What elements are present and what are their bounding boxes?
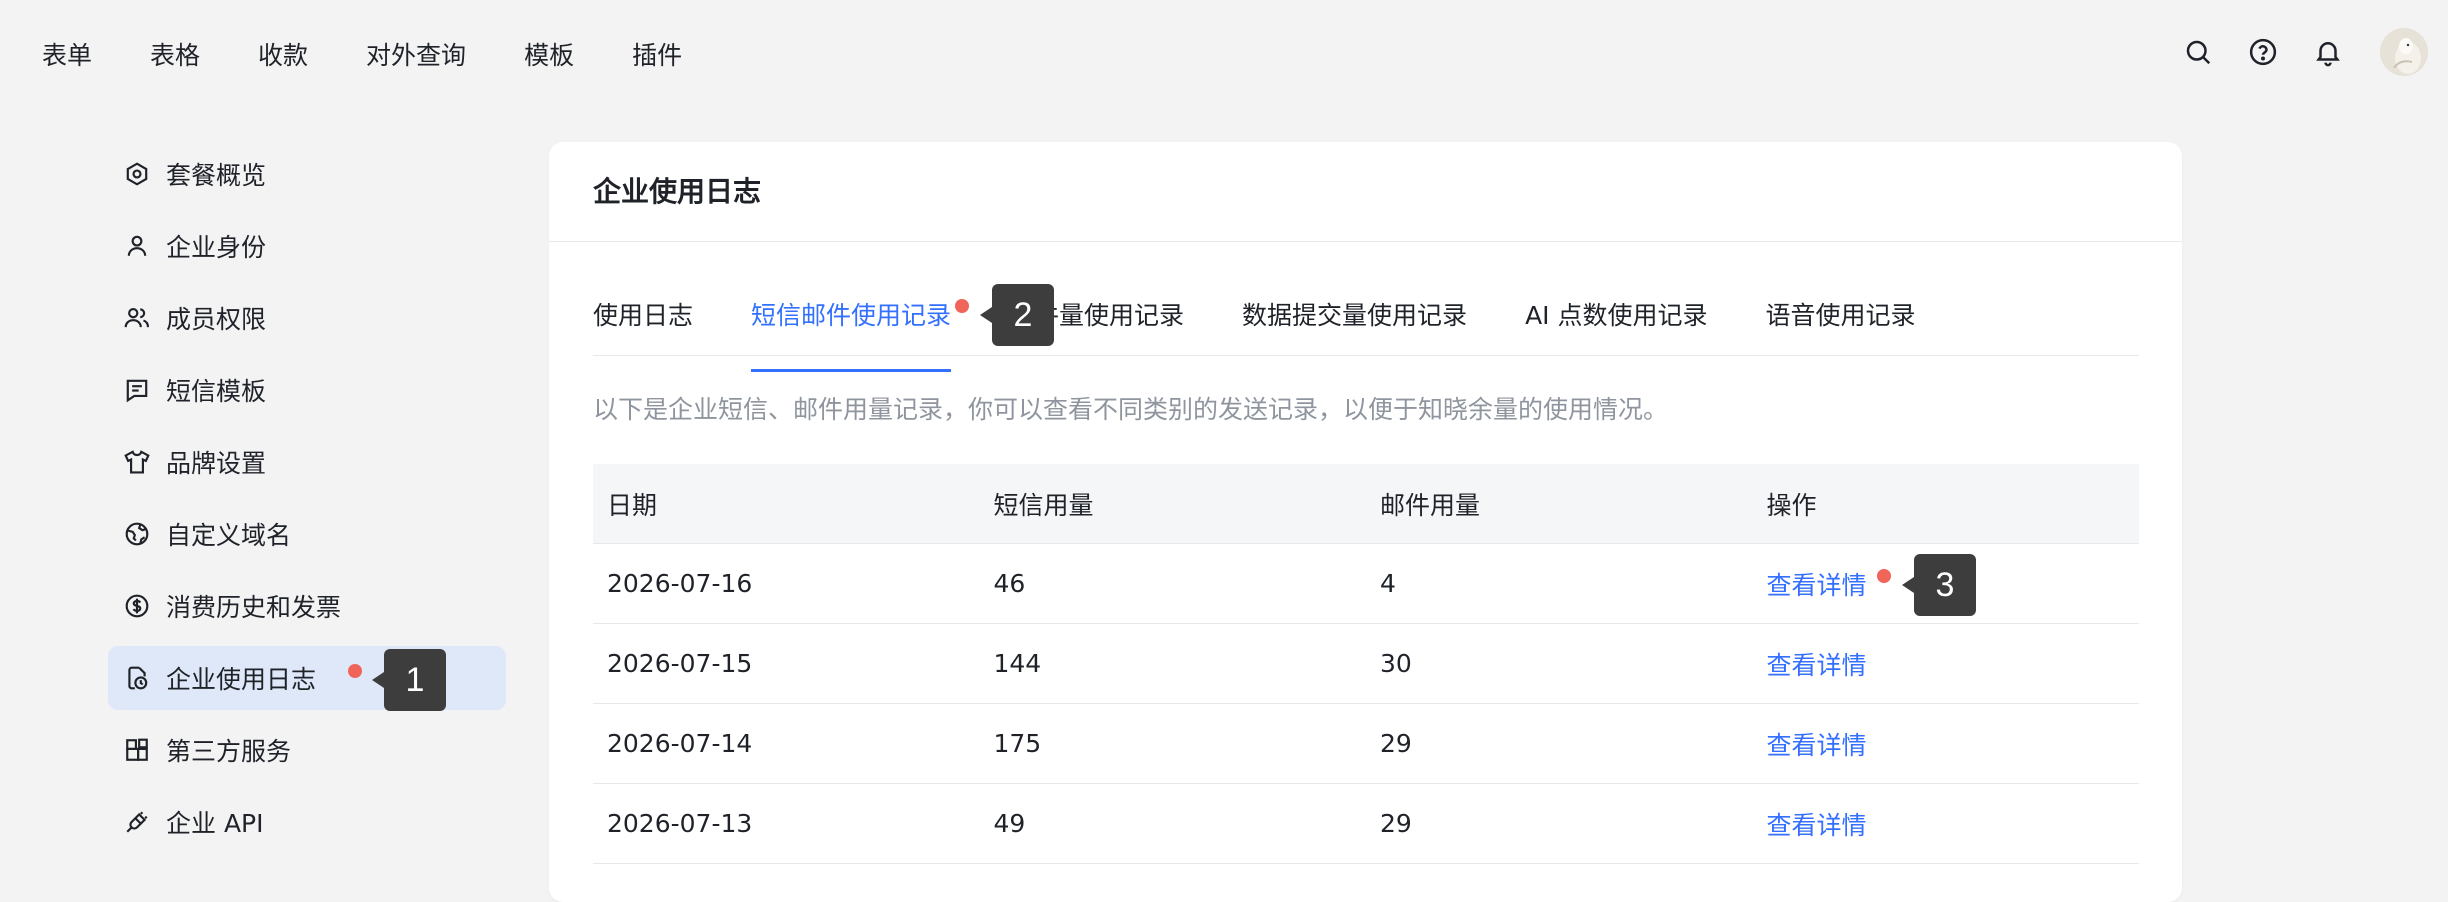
nav-item-public-query[interactable]: 对外查询 <box>366 36 466 76</box>
nav-item-forms[interactable]: 表单 <box>42 36 92 76</box>
help-icon[interactable] <box>2243 32 2283 72</box>
sms-cell: 175 <box>993 729 1042 758</box>
email-cell: 29 <box>1380 809 1412 838</box>
email-cell: 4 <box>1380 569 1396 598</box>
nav-item-tables[interactable]: 表格 <box>150 36 200 76</box>
sidebar-item-label: 成员权限 <box>166 305 267 334</box>
table-row: 2026-07-14 175 29 查看详情 <box>593 704 2139 784</box>
package-icon <box>122 159 152 189</box>
annotation-marker-1: 1 <box>372 649 446 711</box>
sms-cell: 46 <box>993 569 1026 598</box>
tab-usage-log[interactable]: 使用日志 <box>593 292 693 355</box>
nav-item-payments[interactable]: 收款 <box>258 36 308 76</box>
email-cell: 30 <box>1380 649 1412 678</box>
message-icon <box>122 375 152 405</box>
annotation-marker-2: 2 <box>980 284 1054 346</box>
column-header-sms: 短信用量 <box>993 490 1094 520</box>
main-card: 企业使用日志 使用日志 短信邮件使用记录 附件量使用记录 数据提交量使用记录 A… <box>549 142 2182 902</box>
top-menu: 表单 表格 收款 对外查询 模板 插件 <box>42 36 740 76</box>
shirt-icon <box>122 447 152 477</box>
date-cell: 2026-07-15 <box>607 649 753 678</box>
column-header-email: 邮件用量 <box>1380 490 1481 520</box>
table-row: 2026-07-15 144 30 查看详情 <box>593 624 2139 704</box>
sidebar-item-enterprise-usage-log[interactable]: 企业使用日志 <box>108 646 506 710</box>
column-header-date: 日期 <box>607 490 658 520</box>
globe-icon <box>122 519 152 549</box>
sidebar-item-custom-domain[interactable]: 自定义域名 <box>108 502 506 566</box>
annotation-dot-1 <box>348 664 362 678</box>
sidebar-item-label: 第三方服务 <box>166 737 292 766</box>
sidebar-item-brand-settings[interactable]: 品牌设置 <box>108 430 506 494</box>
users-icon <box>122 303 152 333</box>
search-icon[interactable] <box>2178 32 2218 72</box>
date-cell: 2026-07-14 <box>607 729 753 758</box>
bell-icon[interactable] <box>2308 32 2348 72</box>
view-details-link[interactable]: 查看详情 <box>1767 651 1867 680</box>
annotation-marker-3: 3 <box>1902 554 1976 616</box>
annotation-dot-3 <box>1877 569 1891 583</box>
sidebar: 套餐概览 企业身份 成员权限 短信模板 品牌设置 自定义域名 消费历史和发票 企… <box>108 142 506 862</box>
sidebar-item-label: 企业 API <box>166 809 264 838</box>
sidebar-item-sms-templates[interactable]: 短信模板 <box>108 358 506 422</box>
sidebar-item-third-party-services[interactable]: 第三方服务 <box>108 718 506 782</box>
dollar-icon <box>122 591 152 621</box>
column-header-action: 操作 <box>1766 490 1817 520</box>
sidebar-item-enterprise-api[interactable]: 企业 API <box>108 790 506 854</box>
table-row: 2026-07-13 49 29 查看详情 <box>593 784 2139 864</box>
tab-voice-usage[interactable]: 语音使用记录 <box>1766 292 1916 355</box>
description-text: 以下是企业短信、邮件用量记录，你可以查看不同类别的发送记录，以便于知晓余量的使用… <box>593 395 1669 424</box>
sidebar-item-billing-history[interactable]: 消费历史和发票 <box>108 574 506 638</box>
sidebar-item-member-permissions[interactable]: 成员权限 <box>108 286 506 350</box>
view-details-link[interactable]: 查看详情 <box>1767 731 1867 760</box>
sms-cell: 144 <box>993 649 1042 678</box>
view-details-link[interactable]: 查看详情 <box>1767 811 1867 840</box>
annotation-dot-2 <box>955 299 969 313</box>
sidebar-item-label: 企业使用日志 <box>166 665 317 694</box>
usage-table: 日期 短信用量 邮件用量 操作 2026-07-16 46 4 查看详情 202… <box>593 464 2139 864</box>
sidebar-item-package-overview[interactable]: 套餐概览 <box>108 142 506 206</box>
sidebar-item-label: 品牌设置 <box>166 449 267 478</box>
avatar[interactable] <box>2380 28 2428 76</box>
table-header: 日期 短信用量 邮件用量 操作 <box>593 464 2139 544</box>
plug-icon <box>122 807 152 837</box>
sidebar-item-label: 消费历史和发票 <box>166 593 342 622</box>
sidebar-item-label: 企业身份 <box>166 233 267 262</box>
user-icon <box>122 231 152 261</box>
top-tools <box>2153 28 2428 76</box>
sidebar-item-enterprise-identity[interactable]: 企业身份 <box>108 214 506 278</box>
tab-ai-points-usage[interactable]: AI 点数使用记录 <box>1525 292 1707 355</box>
tab-bar: 使用日志 短信邮件使用记录 附件量使用记录 数据提交量使用记录 AI 点数使用记… <box>593 292 2139 372</box>
sms-cell: 49 <box>993 809 1026 838</box>
nav-item-templates[interactable]: 模板 <box>524 36 574 76</box>
tab-sms-email-usage[interactable]: 短信邮件使用记录 <box>751 292 952 372</box>
page-title: 企业使用日志 <box>549 142 2182 242</box>
apps-icon <box>122 735 152 765</box>
sidebar-item-label: 套餐概览 <box>166 161 267 190</box>
date-cell: 2026-07-13 <box>607 809 753 838</box>
view-details-link[interactable]: 查看详情 <box>1767 571 1867 600</box>
tab-data-submission-usage[interactable]: 数据提交量使用记录 <box>1242 292 1467 355</box>
sidebar-item-label: 短信模板 <box>166 377 267 406</box>
date-cell: 2026-07-16 <box>607 569 753 598</box>
top-navigation: 表单 表格 收款 对外查询 模板 插件 <box>0 0 2448 110</box>
nav-item-plugins[interactable]: 插件 <box>632 36 682 76</box>
log-icon <box>122 663 152 693</box>
sidebar-item-label: 自定义域名 <box>166 521 292 550</box>
email-cell: 29 <box>1380 729 1412 758</box>
